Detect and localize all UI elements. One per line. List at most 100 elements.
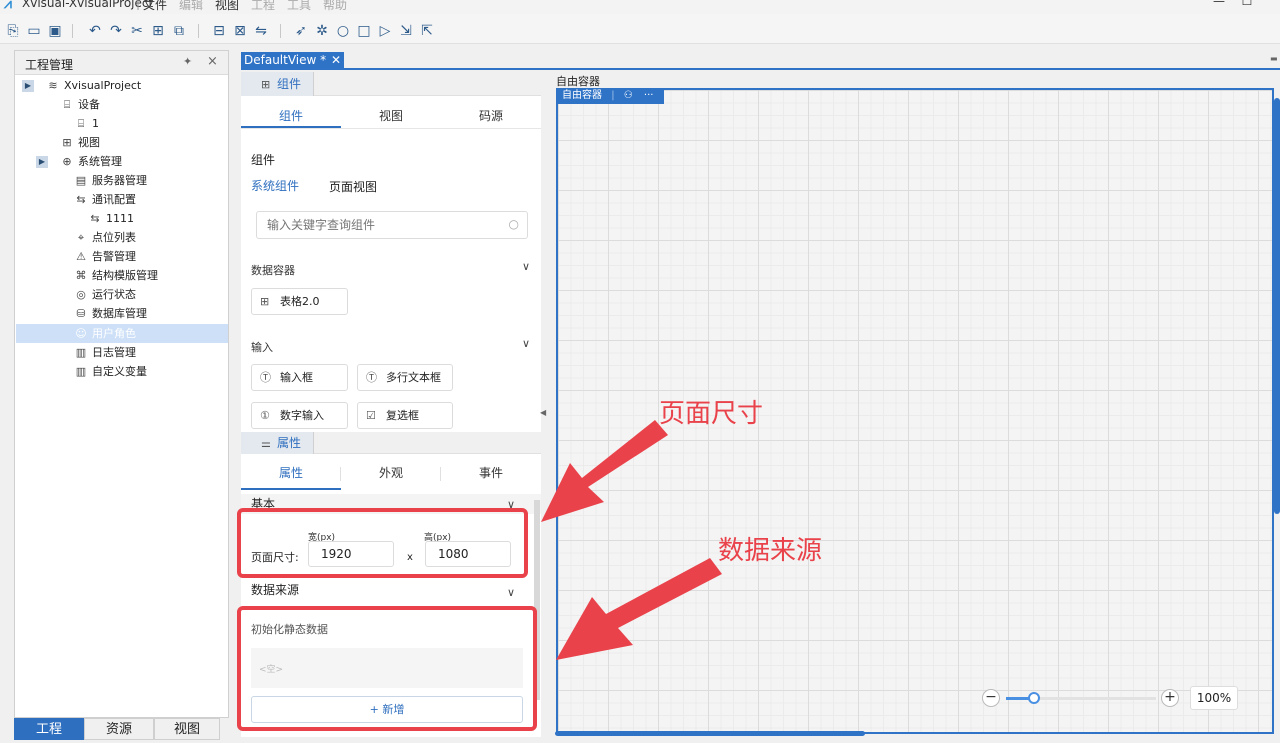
menu-project[interactable]: 工程 [251,0,275,13]
component-band: ⊞ 组件 [241,72,541,96]
tab-overflow-icon[interactable]: ▬ [1270,54,1278,63]
maximize-icon[interactable]: ☐ [1238,0,1256,8]
new-page-icon[interactable]: ⎘ [4,22,22,40]
component-band-tab[interactable]: ⊞ 组件 [241,72,314,96]
undo-icon[interactable]: ↶ [86,22,104,40]
tree-item-alarm[interactable]: ⚠ 告警管理 [74,247,136,266]
tree-item-comm[interactable]: ⇆ 通讯配置 [74,190,136,209]
database-icon: ⛁ [76,307,86,320]
component-table[interactable]: ⊞ 表格2.0 [251,288,348,315]
collapse-handle-icon[interactable]: ◀ [540,408,550,448]
zoom-value[interactable]: 100% [1190,686,1238,710]
group-icon[interactable]: ⊠ [231,22,249,40]
paste-icon[interactable]: ⧉ [170,22,188,40]
search-icon[interactable]: ○ [509,217,519,231]
property-band-tab[interactable]: ⚌ 属性 [241,432,314,454]
doc-tab-underline [241,68,1280,70]
globe-icon: ⊕ [62,155,72,168]
tree-item-device-1[interactable]: ⌸ 1 [74,114,99,133]
canvas-selection-tag[interactable]: 自由容器 | ⚇ ··· [556,88,664,104]
tab-views[interactable]: 视图 [341,104,441,128]
connect-icon[interactable]: ⇋ [252,22,270,40]
copy-icon[interactable]: ⊞ [149,22,167,40]
tab-appearance[interactable]: 外观 [341,460,441,490]
send-icon[interactable]: ➶ [292,22,310,40]
component-search: ○ [256,211,528,239]
expand-icon[interactable]: ▶ [22,80,34,92]
open-folder-icon[interactable]: ▭ [25,22,43,40]
component-panel: ⊞ 组件 组件 视图 码源 组件 系统组件 页面视图 ○ 数据容器 ∨ ⊞ 表格2.… [241,72,541,432]
tree-item-device[interactable]: ⌸ 设备 [60,95,100,114]
pin-icon[interactable]: ✦ [183,55,192,68]
run-icon[interactable]: ▷ [376,22,394,40]
menu-file[interactable]: 文件 [143,0,167,13]
tree-item-comm-1111[interactable]: ⇆ 1111 [88,209,134,228]
tree-item-server[interactable]: ▤ 服务器管理 [74,171,147,190]
refresh-icon[interactable]: ○ [334,22,352,40]
save-icon[interactable]: ▣ [46,22,64,40]
redo-icon[interactable]: ↷ [107,22,125,40]
stop-icon[interactable]: □ [355,22,373,40]
zoom-out-button[interactable]: − [982,689,1000,707]
component-icon[interactable]: ⊟ [210,22,228,40]
component-search-input[interactable] [257,212,507,238]
tree-item-template[interactable]: ⌘ 结构模版管理 [74,266,159,285]
window-title: Xvisual-XvisualProject [22,0,154,10]
tab-page-views[interactable]: 页面视图 [329,178,377,195]
tree-item-database[interactable]: ⛁ 数据库管理 [74,304,147,323]
doc-tab-defaultview[interactable]: DefaultView * ✕ [241,52,344,69]
hierarchy-icon[interactable]: ⚇ [624,90,633,101]
tab-components[interactable]: 组件 [241,104,341,128]
checkbox-icon: ☑ [366,409,376,422]
menu-edit[interactable]: 编辑 [179,0,203,13]
component-number-input[interactable]: ① 数字输入 [251,402,348,429]
cut-icon[interactable]: ✂ [128,22,146,40]
project-panel-header: 工程管理 ✦ × [15,51,228,75]
close-icon[interactable]: ✕ [331,52,341,69]
tree-item-label: 日志管理 [92,346,136,359]
zoom-in-button[interactable]: + [1161,689,1179,707]
expand-icon[interactable]: ▶ [36,156,48,168]
more-icon[interactable]: ··· [644,90,654,101]
tree-item-label: 设备 [78,98,100,111]
component-band-label: 组件 [277,77,302,91]
tab-resource[interactable]: 资源 [84,718,154,740]
zoom-slider-handle[interactable] [1028,692,1040,704]
minimize-icon[interactable]: — [1210,0,1228,8]
component-label: 输入框 [280,371,313,384]
property-band-label: 属性 [277,436,302,450]
tree-item-status[interactable]: ◎ 运行状态 [74,285,136,304]
tree-item-user-role[interactable]: ☺ 用户角色 [74,324,136,343]
menu-view[interactable]: 视图 [215,0,239,13]
tab-project[interactable]: 工程 [14,718,84,740]
tree-item-view[interactable]: ⊞ 视图 [60,133,100,152]
menu-help[interactable]: 帮助 [323,0,347,13]
project-panel-title: 工程管理 [25,58,74,72]
debug-icon[interactable]: ✲ [313,22,331,40]
layers-icon: ≋ [48,79,58,92]
tree-item-project[interactable]: ≋ XvisualProject [46,76,141,95]
chevron-down-icon[interactable]: ∨ [522,260,530,273]
link-icon: ⇆ [76,193,86,206]
component-checkbox[interactable]: ☑ 复选框 [357,402,453,429]
component-textarea[interactable]: Ⓣ 多行文本框 [357,364,453,391]
data-source-header[interactable]: 数据来源 [241,580,541,600]
tab-events[interactable]: 事件 [441,460,541,490]
import-icon[interactable]: ⇱ [418,22,436,40]
menu-tools[interactable]: 工具 [287,0,311,13]
canvas-vertical-scrollbar[interactable] [1274,98,1280,514]
tab-view[interactable]: 视图 [154,718,220,740]
chevron-down-icon[interactable]: ∨ [507,586,515,599]
component-input[interactable]: Ⓣ 输入框 [251,364,348,391]
tree-item-system[interactable]: ⊕ 系统管理 [60,152,122,171]
tree-item-points[interactable]: ⌖ 点位列表 [74,228,136,247]
chevron-down-icon[interactable]: ∨ [522,337,530,350]
tree-item-variable[interactable]: ▥ 自定义变量 [74,362,147,381]
close-icon[interactable]: × [207,54,218,69]
export-icon[interactable]: ⇲ [397,22,415,40]
tree-item-log[interactable]: ▥ 日志管理 [74,343,136,362]
tab-system-components[interactable]: 系统组件 [251,177,299,194]
tab-source[interactable]: 码源 [441,104,541,128]
tab-properties[interactable]: 属性 [241,460,341,490]
canvas-horizontal-scrollbar[interactable] [555,731,865,736]
